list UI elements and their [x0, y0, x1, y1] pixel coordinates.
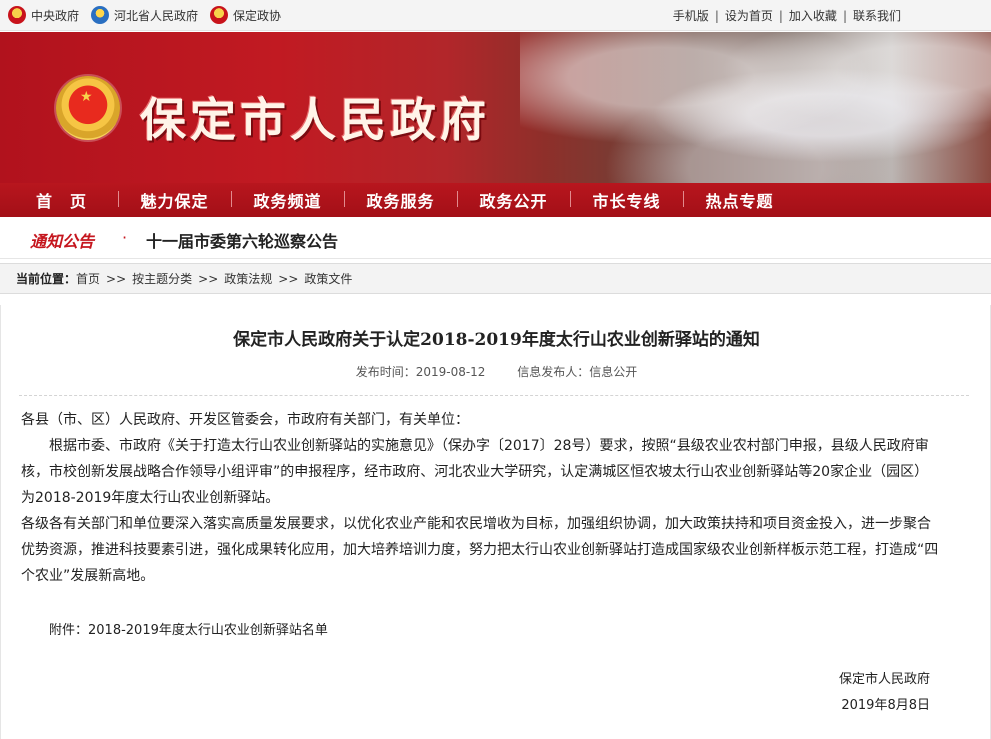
cppcc-emblem-icon	[210, 6, 229, 24]
nav-item-hot-topics[interactable]: 热点专题	[683, 188, 796, 212]
breadcrumb-separator: >>	[278, 271, 299, 286]
nav-item-home[interactable]: 首 页	[5, 188, 118, 212]
separator: |	[778, 8, 783, 23]
breadcrumb-home[interactable]: 首页	[76, 270, 100, 287]
breadcrumb-by-topic[interactable]: 按主题分类	[132, 270, 192, 287]
paragraph: 各级各有关部门和单位要深入落实高质量发展要求，以优化农业产能和农民增收为目标，加…	[21, 516, 939, 584]
site-banner: ★ 保定市人民政府	[0, 32, 991, 183]
nav-item-government-disclosure[interactable]: 政务公开	[457, 188, 570, 212]
link-baoding-cppcc[interactable]: 保定政协	[210, 6, 281, 24]
national-emblem-logo: ★	[56, 76, 120, 140]
paragraph: 根据市委、市政府《关于打造太行山农业创新驿站的实施意见》（保办字〔2017〕28…	[21, 438, 929, 506]
notice-link[interactable]: 十一届市委第六轮巡察公告	[146, 228, 338, 252]
notice-bullet: ·	[122, 228, 128, 247]
nav-item-charm-baoding[interactable]: 魅力保定	[118, 188, 231, 212]
mobile-version-link[interactable]: 手机版	[673, 7, 709, 24]
signature-block: 保定市人民政府 2019年8月8日	[839, 667, 930, 719]
notice-bar: 通知公告 · 十一届市委第六轮巡察公告	[0, 217, 991, 259]
link-label: 中央政府	[31, 8, 80, 23]
signature: 保定市人民政府	[838, 672, 930, 687]
link-hebei-government[interactable]: 河北省人民政府	[91, 6, 198, 24]
top-links-right: 手机版 | 设为首页 | 加入收藏 | 联系我们	[673, 7, 901, 24]
banner-snow-mountain-image	[520, 32, 991, 183]
article-body: 各县（市、区）人民政府、开发区管委会，市政府有关部门，有关单位： 根据市委、市政…	[21, 407, 941, 589]
breadcrumb-current-label: 当前位置：	[16, 272, 77, 286]
signature-date: 2019年8月8日	[841, 698, 930, 713]
top-links-left: 中央政府 河北省人民政府 保定政协	[8, 6, 293, 24]
set-homepage-link[interactable]: 设为首页	[725, 7, 773, 24]
main-nav: 首 页 魅力保定 政务频道 政务服务 政务公开 市长专线 热点专题	[0, 183, 991, 217]
nav-item-mayor-hotline[interactable]: 市长专线	[570, 188, 683, 212]
add-favorite-link[interactable]: 加入收藏	[789, 7, 837, 24]
link-central-government[interactable]: 中央政府	[8, 6, 79, 24]
star-icon: ★	[80, 89, 93, 105]
publish-time: 发布时间：2019-08-12	[355, 365, 486, 379]
divider	[19, 395, 969, 396]
breadcrumb: 当前位置： 首页 >> 按主题分类 >> 政策法规 >> 政策文件	[0, 263, 991, 294]
contact-us-link[interactable]: 联系我们	[853, 7, 901, 24]
separator: |	[842, 8, 847, 23]
breadcrumb-separator: >>	[198, 271, 219, 286]
link-label: 保定政协	[233, 8, 282, 23]
breadcrumb-policy-documents[interactable]: 政策文件	[304, 270, 352, 287]
article: 保定市人民政府关于认定2018-2019年度太行山农业创新驿站的通知 发布时间：…	[0, 305, 991, 739]
salutation: 各县（市、区）人民政府、开发区管委会，市政府有关部门，有关单位：	[21, 412, 469, 428]
notice-label: 通知公告	[30, 232, 95, 251]
breadcrumb-separator: >>	[106, 271, 127, 286]
top-bar: 中央政府 河北省人民政府 保定政协 手机版 | 设为首页 | 加入收藏 | 联系…	[0, 0, 991, 31]
site-title: 保定市人民政府	[140, 93, 490, 147]
attachment-link[interactable]: 附件：2018-2019年度太行山农业创新驿站名单	[49, 619, 328, 638]
link-label: 河北省人民政府	[114, 8, 199, 23]
breadcrumb-policies[interactable]: 政策法规	[224, 270, 272, 287]
article-meta: 发布时间：2019-08-12 信息发布人：信息公开	[1, 363, 991, 380]
hebei-emblem-icon	[91, 6, 110, 24]
nav-item-government-services[interactable]: 政务服务	[344, 188, 457, 212]
article-title: 保定市人民政府关于认定2018-2019年度太行山农业创新驿站的通知	[233, 330, 760, 350]
national-emblem-icon	[8, 6, 26, 24]
publisher: 信息发布人：信息公开	[517, 365, 638, 379]
separator: |	[714, 8, 719, 23]
nav-item-government-channel[interactable]: 政务频道	[231, 188, 344, 212]
